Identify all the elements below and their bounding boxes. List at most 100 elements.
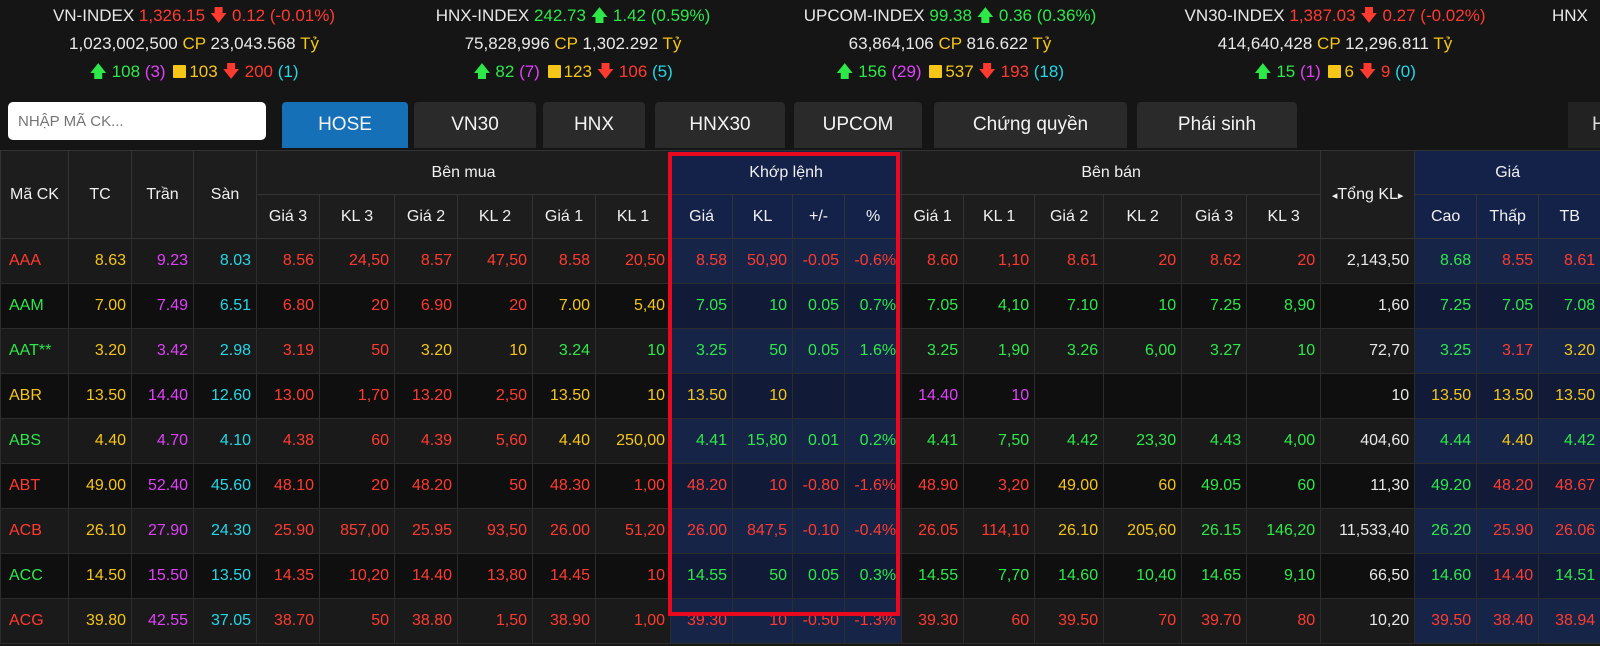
- table-row[interactable]: ABT 49.00 52.40 45.60 48.10 20 48.20 50 48.30 1,0…: [0, 463, 1600, 509]
- price-stat-cell: 4.42: [1538, 418, 1600, 464]
- sell-cell: 7,50: [963, 418, 1036, 464]
- tab-phái-sinh[interactable]: Phái sinh: [1137, 102, 1297, 148]
- tab-vn30[interactable]: VN30: [414, 102, 536, 148]
- sell-cell: 14.65: [1181, 553, 1248, 599]
- match-cell: 847,5: [732, 508, 794, 554]
- header-buy-col: Giá 2: [394, 194, 458, 239]
- buy-cell: 1,00: [594, 463, 672, 509]
- sell-cell: 3.26: [1034, 328, 1105, 374]
- symbol-cell[interactable]: ABR: [0, 373, 69, 419]
- cp-label: CP: [554, 34, 578, 53]
- sell-cell: 6,00: [1103, 328, 1183, 374]
- advancers-count: 108: [111, 62, 141, 81]
- floor-count: (0): [1395, 62, 1416, 81]
- stock-code-search-input[interactable]: [8, 102, 266, 140]
- sell-cell: 9,10: [1246, 553, 1322, 599]
- total-volume-cell: 11,533,40: [1320, 508, 1416, 554]
- buy-cell: 8.56: [256, 238, 320, 284]
- sell-cell: 4,10: [963, 283, 1036, 329]
- symbol-cell[interactable]: ABS: [0, 418, 69, 464]
- match-cell: 39.30: [670, 598, 734, 644]
- table-row[interactable]: ACB 26.10 27.90 24.30 25.90 857,00 25.95 93,50 2…: [0, 508, 1600, 554]
- symbol-cell[interactable]: AAA: [0, 238, 69, 284]
- tab-hnx[interactable]: HNX: [543, 102, 645, 148]
- index-value: 1,326.15: [138, 6, 206, 25]
- table-row[interactable]: AAA 8.63 9.23 8.03 8.56 24,50 8.57 47,50 8.58 20,…: [0, 238, 1600, 284]
- symbol-cell[interactable]: AAM: [0, 283, 69, 329]
- index-block[interactable]: VN30-INDEX 1,387.03 🡇 0.27 (-0.02%) 414,6…: [1170, 2, 1500, 86]
- price-stat-cell: 7.08: [1538, 283, 1600, 329]
- symbol-cell[interactable]: ACB: [0, 508, 69, 554]
- ceiling-price-cell: 7.49: [131, 283, 194, 329]
- match-cell: -1.3%: [844, 598, 903, 644]
- index-block[interactable]: HNX-INDEX 242.73 🡅 1.42 (0.59%) 75,828,99…: [393, 2, 753, 86]
- index-block[interactable]: VN-INDEX 1,326.15 🡇 0.12 (-0.01%) 1,023,0…: [14, 2, 374, 86]
- table-row[interactable]: ABR 13.50 14.40 12.60 13.00 1,70 13.20 2,50 13.5…: [0, 373, 1600, 419]
- sell-cell: 23,30: [1103, 418, 1183, 464]
- table-row[interactable]: AAT** 3.20 3.42 2.98 3.19 50 3.20 10 3.24 10 3.25 5…: [0, 328, 1600, 374]
- index-breadth-line: 🡅 156 (29) 537 🡇 193 (18): [770, 58, 1130, 86]
- table-row[interactable]: ACG 39.80 42.55 37.05 38.70 50 38.80 1,50 38.90 1…: [0, 598, 1600, 644]
- sell-cell: 39.30: [901, 598, 965, 644]
- floor-count: (5): [652, 62, 673, 81]
- symbol-cell[interactable]: AAT**: [0, 328, 69, 374]
- price-stat-cell: 25.90: [1476, 508, 1540, 554]
- index-headline: VN30-INDEX 1,387.03 🡇 0.27 (-0.02%): [1170, 2, 1500, 30]
- cp-label: CP: [938, 34, 962, 53]
- index-block[interactable]: HNX: [1552, 2, 1600, 30]
- ceiling-count: (3): [144, 62, 166, 81]
- index-name: VN-INDEX: [52, 6, 135, 25]
- match-cell: 7.05: [670, 283, 734, 329]
- price-stat-cell: 3.17: [1476, 328, 1540, 374]
- market-index-ticker: VN-INDEX 1,326.15 🡇 0.12 (-0.01%) 1,023,0…: [0, 0, 1600, 98]
- buy-cell: 20: [319, 463, 395, 509]
- symbol-cell[interactable]: ACG: [0, 598, 69, 644]
- tab-upcom[interactable]: UPCOM: [794, 102, 922, 148]
- header-total-volume[interactable]: ◂Tổng KL▸: [1320, 150, 1416, 239]
- advancers-count: 82: [495, 62, 515, 81]
- index-value: 99.38: [929, 6, 972, 25]
- index-name: VN30-INDEX: [1184, 6, 1285, 25]
- buy-cell: 50: [319, 328, 395, 374]
- tab-hnx30[interactable]: HNX30: [655, 102, 785, 148]
- header-floor-price: Sàn: [193, 150, 257, 239]
- buy-cell: 3.19: [256, 328, 320, 374]
- index-volume-line: 414,640,428 CP 12,296.811 Tỷ: [1170, 30, 1500, 58]
- match-cell: 8.58: [670, 238, 734, 284]
- sell-cell: 20: [1103, 238, 1183, 284]
- tab-more-overflow[interactable]: H: [1568, 102, 1600, 148]
- buy-cell: 4.39: [394, 418, 458, 464]
- price-stat-cell: 8.61: [1538, 238, 1600, 284]
- total-volume-cell: 10,20: [1320, 598, 1416, 644]
- sell-cell: 10: [963, 373, 1036, 419]
- index-block[interactable]: UPCOM-INDEX 99.38 🡅 0.36 (0.36%) 63,864,1…: [770, 2, 1130, 86]
- ty-label: Tỷ: [662, 34, 682, 53]
- symbol-cell[interactable]: ACC: [0, 553, 69, 599]
- tab-hose[interactable]: HOSE: [282, 102, 408, 148]
- table-row[interactable]: ACC 14.50 15.50 13.50 14.35 10,20 14.40 13,80 14…: [0, 553, 1600, 599]
- match-cell: 0.01: [792, 418, 846, 464]
- sell-cell: 14.40: [901, 373, 965, 419]
- tab-chứng-quyền[interactable]: Chứng quyền: [934, 102, 1127, 148]
- cp-label: CP: [1317, 34, 1341, 53]
- ty-label: Tỷ: [1433, 34, 1453, 53]
- table-row[interactable]: AAM 7.00 7.49 6.51 6.80 20 6.90 20 7.00 5,40 7.05 1…: [0, 283, 1600, 329]
- header-sell-col: Giá 2: [1034, 194, 1105, 239]
- unchanged-count: 6: [1344, 62, 1354, 81]
- sell-cell: 4.41: [901, 418, 965, 464]
- buy-cell: 13.20: [394, 373, 458, 419]
- index-name: UPCOM-INDEX: [803, 6, 925, 25]
- match-cell: -0.10: [792, 508, 846, 554]
- symbol-cell[interactable]: ABT: [0, 463, 69, 509]
- buy-cell: 25.90: [256, 508, 320, 554]
- index-volume: 75,828,996: [464, 34, 550, 53]
- buy-cell: 3.24: [532, 328, 596, 374]
- index-change: 0.36 (0.36%): [998, 6, 1097, 25]
- table-row[interactable]: ABS 4.40 4.70 4.10 4.38 60 4.39 5,60 4.40 250,00 4…: [0, 418, 1600, 464]
- header-buy-col: KL 2: [457, 194, 533, 239]
- match-cell: 50,90: [732, 238, 794, 284]
- header-symbol[interactable]: Mã CK: [0, 150, 69, 239]
- buy-cell: 13,80: [457, 553, 533, 599]
- header-buy-col: KL 3: [319, 194, 395, 239]
- ref-price-cell: 14.50: [68, 553, 132, 599]
